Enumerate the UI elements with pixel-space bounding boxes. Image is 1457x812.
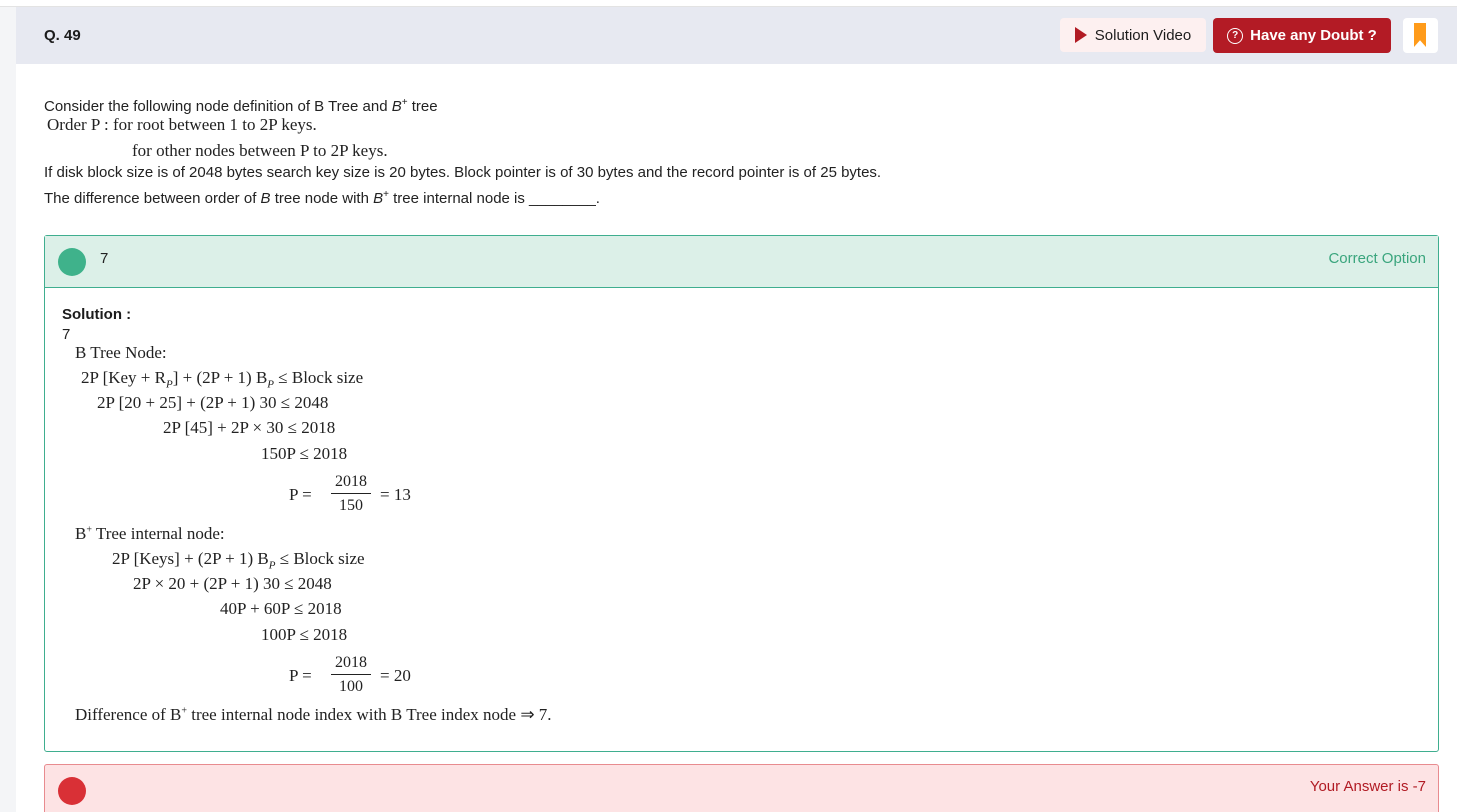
bookmark-button[interactable] bbox=[1403, 18, 1438, 53]
play-icon bbox=[1074, 27, 1087, 43]
solution-video-button[interactable]: Solution Video bbox=[1060, 18, 1206, 52]
have-doubt-button[interactable]: ? Have any Doubt ? bbox=[1213, 18, 1391, 53]
correct-option-label: Correct Option bbox=[1328, 250, 1426, 267]
correct-option-panel: 7 Correct Option Solution : 7 B Tree Nod… bbox=[44, 235, 1439, 752]
disk-line: If disk block size is of 2048 bytes sear… bbox=[44, 164, 882, 181]
question-bubble-icon: ? bbox=[1227, 27, 1244, 44]
bplus-numerator: 2018 bbox=[331, 654, 371, 675]
difference-statement: Difference of B+ tree internal node inde… bbox=[75, 705, 552, 724]
btree-numerator: 2018 bbox=[331, 473, 371, 494]
bookmark-icon bbox=[1414, 23, 1426, 47]
btree-title: B Tree Node: bbox=[75, 343, 167, 362]
question-number: Q. 49 bbox=[44, 27, 81, 44]
order-line-1: Order P : for root between 1 to 2P keys. bbox=[47, 115, 317, 134]
bplus-fraction: 2018 100 bbox=[331, 654, 371, 696]
btree-p: P = bbox=[289, 485, 312, 504]
your-answer-panel[interactable]: Your Answer is -7 bbox=[44, 764, 1439, 812]
bplus-result: = 20 bbox=[380, 666, 411, 685]
question-intro: Consider the following node definition o… bbox=[44, 97, 438, 115]
bplus-line-1: 2P [Keys] + (2P + 1) BP ≤ Block size bbox=[112, 549, 365, 572]
question-header: Q. 49 Solution Video ? Have any Doubt ? bbox=[16, 7, 1457, 64]
bplus-denominator: 100 bbox=[339, 678, 363, 695]
btree-result: = 13 bbox=[380, 485, 411, 504]
bplus-line-2: 2P × 20 + (2P + 1) 30 ≤ 2048 bbox=[133, 574, 332, 593]
have-doubt-label: Have any Doubt ? bbox=[1250, 27, 1377, 44]
btree-line-4: 150P ≤ 2018 bbox=[261, 444, 348, 463]
bplus-title: B+ Tree internal node: bbox=[75, 524, 225, 543]
btree-line-2: 2P [20 + 25] + (2P + 1) 30 ≤ 2048 bbox=[97, 393, 329, 412]
solution-answer: 7 bbox=[62, 326, 71, 343]
solution-video-label: Solution Video bbox=[1094, 26, 1192, 44]
bplus-line-3: 40P + 60P ≤ 2018 bbox=[220, 599, 342, 618]
top-border bbox=[0, 0, 1457, 7]
bplus-p: P = bbox=[289, 666, 312, 685]
correct-dot-icon bbox=[58, 248, 86, 276]
bplus-line-4: 100P ≤ 2018 bbox=[261, 625, 348, 644]
option-value: 7 bbox=[100, 250, 109, 267]
solution-title: Solution : bbox=[62, 306, 132, 323]
question-card: Q. 49 Solution Video ? Have any Doubt ? … bbox=[16, 7, 1457, 812]
btree-line-1: 2P [Key + RP] + (2P + 1) BP ≤ Block size bbox=[81, 368, 364, 391]
correct-option-header[interactable]: 7 Correct Option bbox=[45, 236, 1438, 288]
btree-denominator: 150 bbox=[339, 497, 363, 514]
btree-line-3: 2P [45] + 2P × 30 ≤ 2018 bbox=[163, 418, 336, 437]
order-line-2: for other nodes between P to 2P keys. bbox=[132, 141, 388, 160]
your-answer-label: Your Answer is -7 bbox=[1309, 778, 1426, 795]
wrong-dot-icon bbox=[58, 777, 86, 805]
difference-question: The difference between order of B tree n… bbox=[44, 189, 600, 207]
btree-fraction: 2018 150 bbox=[331, 473, 371, 515]
